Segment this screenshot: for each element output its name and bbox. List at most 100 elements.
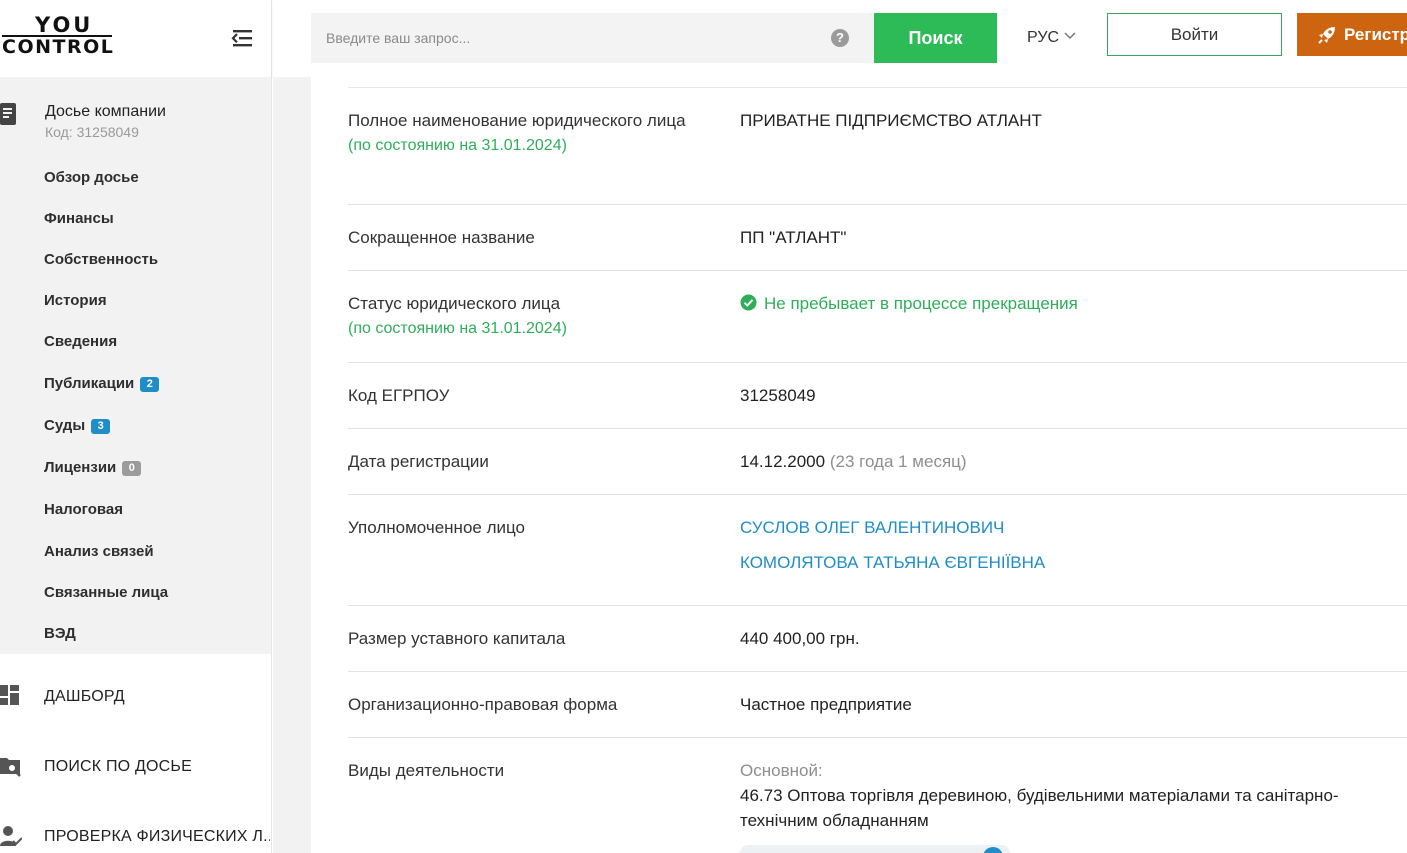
divider bbox=[348, 87, 1407, 88]
top-bar: ? Поиск РУС Войти Регистр bbox=[273, 0, 1407, 77]
status-label-block: Статус юридического лица (по состоянию н… bbox=[348, 291, 688, 341]
folder-search-icon bbox=[0, 758, 21, 777]
more-activities-control[interactable] bbox=[740, 845, 1010, 853]
rocket-icon bbox=[1318, 27, 1335, 44]
sidebar-item-connections[interactable]: Анализ связей bbox=[44, 543, 154, 561]
collapse-menu-icon[interactable] bbox=[230, 27, 254, 49]
sidebar-item-label: Собственность bbox=[44, 251, 159, 268]
sidebar-item-label: Сведения bbox=[44, 333, 118, 350]
logo-bottom-text: CONTROL bbox=[2, 36, 115, 58]
login-button[interactable]: Войти bbox=[1107, 13, 1282, 56]
content-gutter bbox=[273, 77, 311, 853]
search-button[interactable]: Поиск bbox=[874, 13, 997, 63]
company-details: Полное наименование юридического лица (п… bbox=[311, 77, 1407, 853]
courts-count-badge: 3 bbox=[91, 419, 111, 434]
full-name-label-block: Полное наименование юридического лица (п… bbox=[348, 108, 688, 158]
short-name-value: ПП "АТЛАНТ" bbox=[740, 228, 847, 247]
sidebar-item-finance[interactable]: Финансы bbox=[44, 210, 114, 228]
language-selector[interactable]: РУС bbox=[1027, 29, 1076, 47]
youcontrol-logo[interactable]: YOU CONTROL bbox=[2, 14, 114, 60]
legal-form-value: Частное предприятие bbox=[740, 695, 912, 714]
status-value: Не пребывает в процессе прекращения bbox=[740, 291, 1078, 316]
authorized-person-link[interactable]: КОМОЛЯТОВА ТАТЬЯНА ЄВГЕНІЇВНА bbox=[740, 545, 1045, 580]
dossier-icon bbox=[0, 103, 16, 125]
divider bbox=[348, 270, 1407, 271]
sidebar-item-overview[interactable]: Обзор досье bbox=[44, 169, 139, 187]
edrpou-label: Код ЕГРПОУ bbox=[348, 386, 450, 405]
reg-date: 14.12.2000 bbox=[740, 452, 826, 471]
full-name-label: Полное наименование юридического лица bbox=[348, 111, 686, 130]
divider bbox=[348, 494, 1407, 495]
sidebar-dashboard[interactable]: ДАШБОРД bbox=[0, 664, 271, 724]
divider bbox=[348, 671, 1407, 672]
sidebar-item-label: ВЭД bbox=[44, 625, 76, 642]
sidebar: YOU CONTROL Досье компании Код: 31258049… bbox=[0, 0, 272, 853]
sidebar-item-label: Связанные лица bbox=[44, 584, 169, 601]
authorized-persons: СУСЛОВ ОЛЕГ ВАЛЕНТИНОВИЧ КОМОЛЯТОВА ТАТЬ… bbox=[740, 510, 1045, 580]
sidebar-item-courts[interactable]: Суды 3 bbox=[44, 417, 111, 435]
main-activity-text: 46.73 Оптова торгівля деревиною, будівел… bbox=[740, 786, 1339, 830]
sidebar-dashboard-label: ДАШБОРД bbox=[44, 688, 125, 705]
licenses-count-badge: 0 bbox=[122, 461, 142, 476]
authorized-person-link[interactable]: СУСЛОВ ОЛЕГ ВАЛЕНТИНОВИЧ bbox=[740, 510, 1045, 545]
sidebar-dossier-search[interactable]: ПОИСК ПО ДОСЬЕ bbox=[0, 734, 271, 794]
status-label: Статус юридического лица bbox=[348, 294, 561, 313]
search-input[interactable] bbox=[311, 13, 821, 63]
sidebar-item-info[interactable]: Сведения bbox=[44, 333, 117, 351]
sidebar-item-label: Обзор досье bbox=[44, 169, 139, 186]
sidebar-item-label: Финансы bbox=[44, 210, 114, 227]
edrpou-value: 31258049 bbox=[740, 386, 816, 405]
divider bbox=[348, 362, 1407, 363]
sidebar-item-ownership[interactable]: Собственность bbox=[44, 251, 158, 269]
activities-value: Основной: 46.73 Оптова торгівля деревино… bbox=[740, 758, 1380, 833]
reg-date-value: 14.12.2000 (23 года 1 месяц) bbox=[740, 449, 967, 474]
sidebar-item-label: Налоговая bbox=[44, 501, 123, 518]
register-button[interactable]: Регистр bbox=[1297, 13, 1407, 56]
reg-date-label: Дата регистрации bbox=[348, 452, 489, 471]
legal-form-label: Организационно-правовая форма bbox=[348, 695, 618, 714]
sidebar-item-label: История bbox=[44, 292, 107, 309]
full-name-date-note: (по состоянию на 31.01.2024) bbox=[348, 137, 567, 154]
register-label: Регистр bbox=[1344, 24, 1407, 44]
dossier-section: Досье компании Код: 31258049 Обзор досье… bbox=[0, 77, 271, 654]
dashboard-icon bbox=[0, 685, 19, 705]
divider bbox=[348, 428, 1407, 429]
sidebar-item-publications[interactable]: Публикации 2 bbox=[44, 375, 160, 393]
full-name-value: ПРИВАТНЕ ПІДПРИЄМСТВО АТЛАНТ bbox=[740, 111, 1042, 130]
sidebar-item-history[interactable]: История bbox=[44, 292, 107, 310]
search-box: ? bbox=[311, 13, 874, 63]
chevron-down-icon bbox=[1064, 32, 1076, 40]
person-check-icon bbox=[0, 826, 22, 846]
publications-count-badge: 2 bbox=[140, 377, 160, 392]
check-circle-icon bbox=[740, 294, 757, 311]
capital-value: 440 400,00 грн. bbox=[740, 629, 860, 648]
divider bbox=[348, 204, 1407, 205]
authorized-label: Уполномоченное лицо bbox=[348, 518, 525, 537]
status-date-note: (по состоянию на 31.01.2024) bbox=[348, 320, 567, 337]
sidebar-item-related-persons[interactable]: Связанные лица bbox=[44, 584, 168, 602]
company-age: (23 года 1 месяц) bbox=[829, 452, 967, 471]
activities-label: Виды деятельности bbox=[348, 761, 505, 780]
sidebar-item-licenses[interactable]: Лицензии 0 bbox=[44, 459, 142, 477]
main-activity-label: Основной: bbox=[740, 761, 823, 780]
divider bbox=[348, 737, 1407, 738]
sidebar-item-tax[interactable]: Налоговая bbox=[44, 501, 123, 519]
capital-label: Размер уставного капитала bbox=[348, 629, 566, 648]
help-icon[interactable]: ? bbox=[831, 29, 849, 47]
sidebar-item-label: Суды bbox=[44, 417, 86, 434]
logo-area: YOU CONTROL bbox=[0, 0, 271, 77]
divider bbox=[348, 605, 1407, 606]
sidebar-person-check-label: ПРОВЕРКА ФИЗИЧЕСКИХ Л... bbox=[44, 828, 270, 845]
sidebar-item-label: Анализ связей bbox=[44, 543, 154, 560]
language-label: РУС bbox=[1027, 29, 1060, 46]
dossier-code: Код: 31258049 bbox=[45, 124, 139, 140]
logo-top-text: YOU bbox=[35, 13, 94, 37]
status-text: Не пребывает в процессе прекращения bbox=[764, 294, 1078, 313]
sidebar-item-label: Публикации bbox=[44, 375, 135, 392]
sidebar-item-foreign-trade[interactable]: ВЭД bbox=[44, 625, 76, 643]
sidebar-item-label: Лицензии bbox=[44, 459, 117, 476]
short-name-label: Сокращенное название bbox=[348, 228, 535, 247]
sidebar-person-check[interactable]: ПРОВЕРКА ФИЗИЧЕСКИХ Л... bbox=[0, 804, 271, 853]
dossier-title[interactable]: Досье компании bbox=[45, 103, 166, 121]
sidebar-dossier-search-label: ПОИСК ПО ДОСЬЕ bbox=[44, 758, 192, 775]
